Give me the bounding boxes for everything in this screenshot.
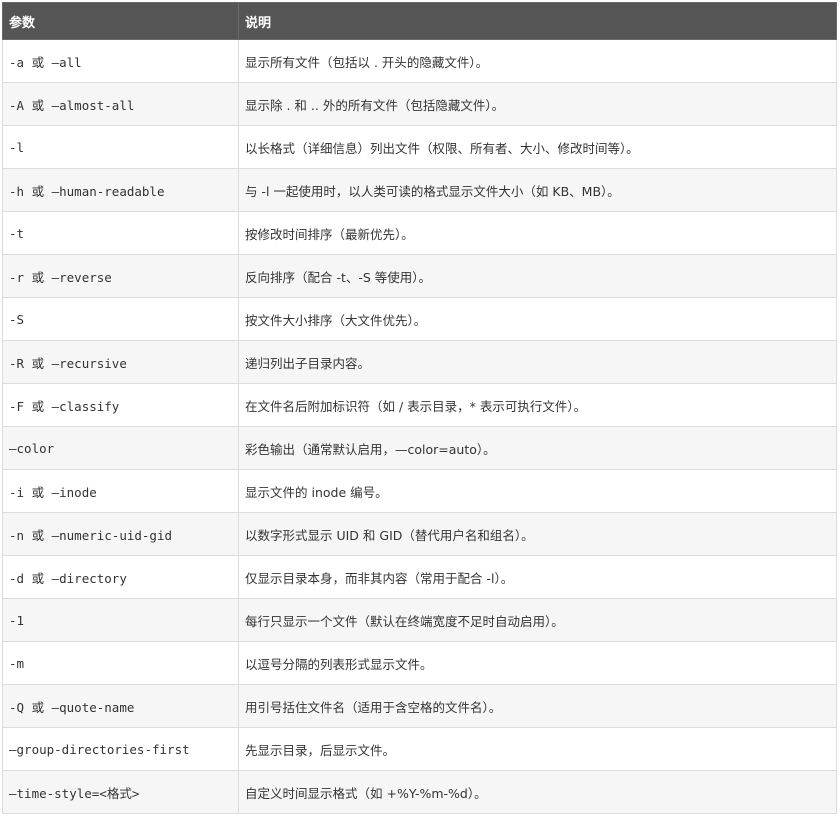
description-cell: 反向排序（配合 -t、-S 等使用）。 bbox=[238, 254, 837, 298]
table-row: -l 以长格式（详细信息）列出文件（权限、所有者、大小、修改时间等）。 bbox=[2, 125, 837, 169]
header-row: 参数 说明 bbox=[2, 2, 837, 40]
header-param: 参数 bbox=[2, 2, 239, 40]
param-cell: —group-directories-first bbox=[2, 727, 239, 771]
param-cell: —time-style=<格式> bbox=[2, 770, 239, 814]
param-cell: -i 或 —inode bbox=[2, 469, 239, 513]
description-cell: 自定义时间显示格式（如 +%Y-%m-%d）。 bbox=[238, 770, 837, 814]
description-cell: 每行只显示一个文件（默认在终端宽度不足时自动启用）。 bbox=[238, 598, 837, 642]
description-cell: 以数字形式显示 UID 和 GID（替代用户名和组名）。 bbox=[238, 512, 837, 556]
table-header: 参数 说明 bbox=[2, 2, 837, 40]
table-body: -a 或 —all 显示所有文件（包括以 . 开头的隐藏文件）。 -A 或 —alm… bbox=[2, 39, 837, 814]
table-row: -S 按文件大小排序（大文件优先）。 bbox=[2, 297, 837, 341]
table-row: -h 或 —human-readable 与 -l 一起使用时，以人类可读的格式显… bbox=[2, 168, 837, 212]
description-cell: 显示文件的 inode 编号。 bbox=[238, 469, 837, 513]
description-cell: 显示所有文件（包括以 . 开头的隐藏文件）。 bbox=[238, 39, 837, 83]
param-cell: -A 或 —almost-all bbox=[2, 82, 239, 126]
table-row: —time-style=<格式> 自定义时间显示格式（如 +%Y-%m-%d）。 bbox=[2, 770, 837, 814]
description-cell: 仅显示目录本身，而非其内容（常用于配合 -l）。 bbox=[238, 555, 837, 599]
table-row: -a 或 —all 显示所有文件（包括以 . 开头的隐藏文件）。 bbox=[2, 39, 837, 83]
param-cell: -F 或 —classify bbox=[2, 383, 239, 427]
param-cell: —color bbox=[2, 426, 239, 470]
param-cell: -h 或 —human-readable bbox=[2, 168, 239, 212]
param-cell: -r 或 —reverse bbox=[2, 254, 239, 298]
description-cell: 先显示目录，后显示文件。 bbox=[238, 727, 837, 771]
description-cell: 显示除 . 和 .. 外的所有文件（包括隐藏文件）。 bbox=[238, 82, 837, 126]
table-row: -n 或 —numeric-uid-gid 以数字形式显示 UID 和 GID（替… bbox=[2, 512, 837, 556]
description-cell: 按修改时间排序（最新优先）。 bbox=[238, 211, 837, 255]
table-row: —color 彩色输出（通常默认启用，—color=auto）。 bbox=[2, 426, 837, 470]
description-cell: 彩色输出（通常默认启用，—color=auto）。 bbox=[238, 426, 837, 470]
param-cell: -1 bbox=[2, 598, 239, 642]
description-cell: 用引号括住文件名（适用于含空格的文件名）。 bbox=[238, 684, 837, 728]
table-row: -t 按修改时间排序（最新优先）。 bbox=[2, 211, 837, 255]
param-cell: -n 或 —numeric-uid-gid bbox=[2, 512, 239, 556]
table-row: -1 每行只显示一个文件（默认在终端宽度不足时自动启用）。 bbox=[2, 598, 837, 642]
table-row: -Q 或 —quote-name 用引号括住文件名（适用于含空格的文件名）。 bbox=[2, 684, 837, 728]
param-cell: -a 或 —all bbox=[2, 39, 239, 83]
description-cell: 按文件大小排序（大文件优先）。 bbox=[238, 297, 837, 341]
description-cell: 递归列出子目录内容。 bbox=[238, 340, 837, 384]
param-cell: -t bbox=[2, 211, 239, 255]
param-cell: -R 或 —recursive bbox=[2, 340, 239, 384]
description-cell: 以逗号分隔的列表形式显示文件。 bbox=[238, 641, 837, 685]
description-cell: 与 -l 一起使用时，以人类可读的格式显示文件大小（如 KB、MB）。 bbox=[238, 168, 837, 212]
table-row: —group-directories-first 先显示目录，后显示文件。 bbox=[2, 727, 837, 771]
table-row: -r 或 —reverse 反向排序（配合 -t、-S 等使用）。 bbox=[2, 254, 837, 298]
header-description: 说明 bbox=[238, 2, 837, 40]
param-cell: -m bbox=[2, 641, 239, 685]
table-row: -R 或 —recursive 递归列出子目录内容。 bbox=[2, 340, 837, 384]
description-cell: 在文件名后附加标识符（如 / 表示目录，* 表示可执行文件）。 bbox=[238, 383, 837, 427]
param-cell: -l bbox=[2, 125, 239, 169]
param-cell: -d 或 —directory bbox=[2, 555, 239, 599]
table-row: -i 或 —inode 显示文件的 inode 编号。 bbox=[2, 469, 837, 513]
table-row: -d 或 —directory 仅显示目录本身，而非其内容（常用于配合 -l）。 bbox=[2, 555, 837, 599]
description-cell: 以长格式（详细信息）列出文件（权限、所有者、大小、修改时间等）。 bbox=[238, 125, 837, 169]
param-cell: -S bbox=[2, 297, 239, 341]
table-row: -m 以逗号分隔的列表形式显示文件。 bbox=[2, 641, 837, 685]
param-cell: -Q 或 —quote-name bbox=[2, 684, 239, 728]
table-row: -A 或 —almost-all 显示除 . 和 .. 外的所有文件（包括隐藏文件… bbox=[2, 82, 837, 126]
table-row: -F 或 —classify 在文件名后附加标识符（如 / 表示目录，* 表示可执… bbox=[2, 383, 837, 427]
options-table: 参数 说明 -a 或 —all 显示所有文件（包括以 . 开头的隐藏文件）。 -A … bbox=[2, 2, 837, 814]
